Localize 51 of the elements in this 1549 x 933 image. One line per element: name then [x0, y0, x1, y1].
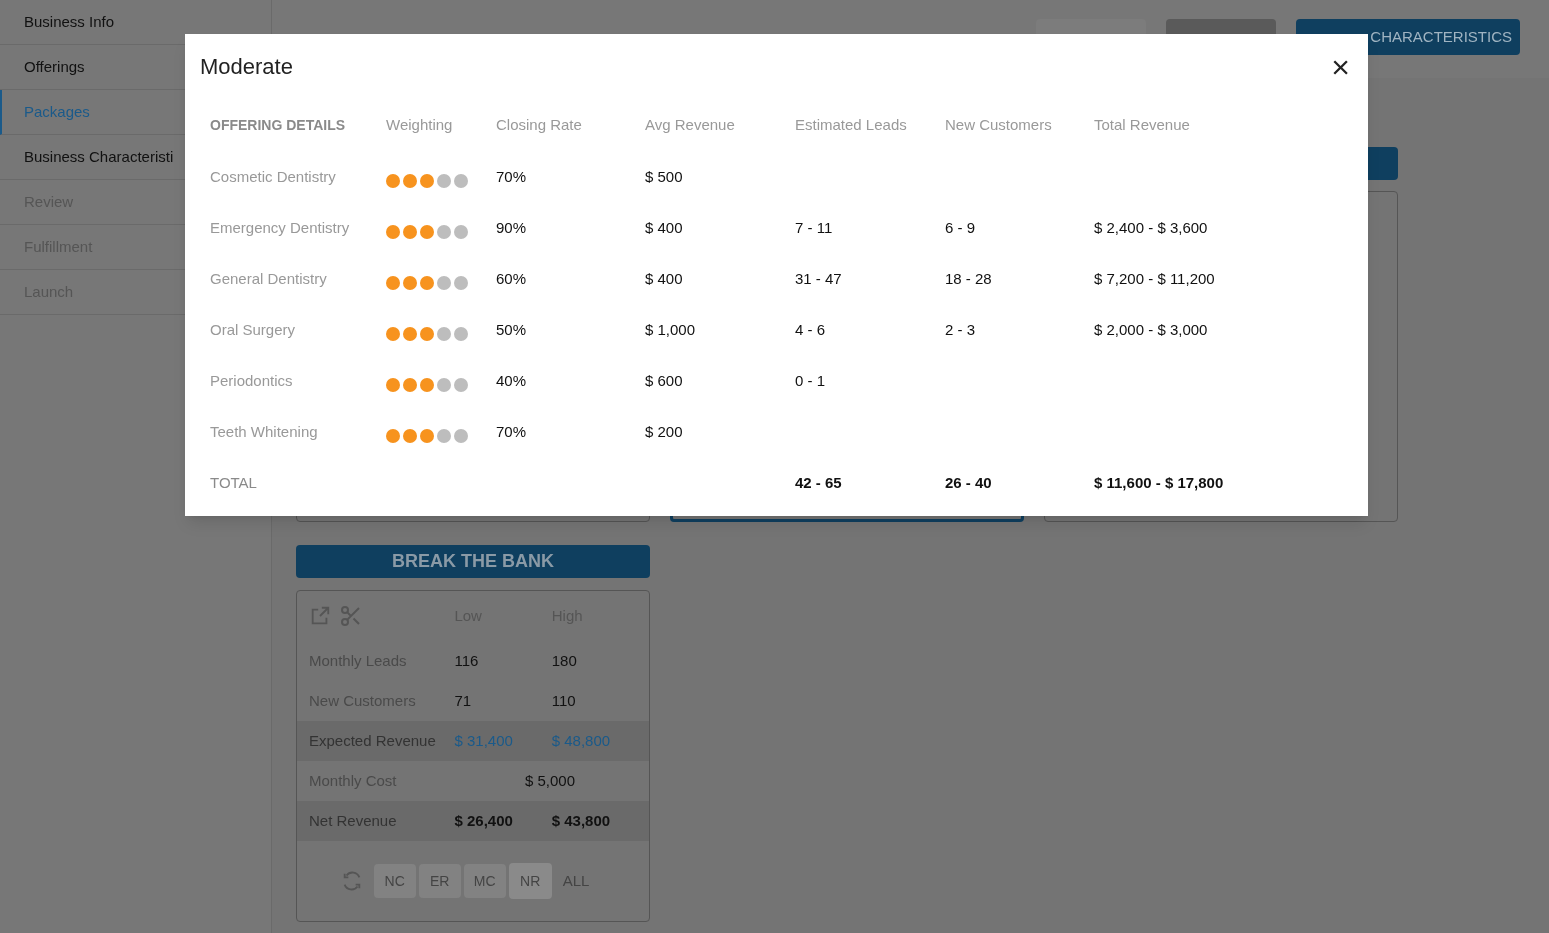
filter-button[interactable]: MC: [463, 864, 506, 898]
total-cell-text: 26 - 40: [945, 472, 993, 493]
table-cell: 0 - 1: [795, 371, 825, 389]
row-value: 110: [551, 690, 577, 711]
table-cell-text: $ 400: [645, 217, 684, 238]
table-cell-text: $ 1,000: [645, 319, 697, 340]
total-label: TOTAL: [210, 472, 258, 493]
column-header: Total Revenue: [1094, 114, 1191, 135]
table-cell-text: $ 200: [645, 421, 684, 442]
row-value: $ 48,800: [551, 730, 612, 751]
row-value: $ 31,400: [454, 730, 514, 751]
offering-name: Teeth Whitening: [210, 421, 319, 442]
scissors-icon[interactable]: [339, 604, 363, 628]
table-cell: $ 2,000 - $ 3,000: [1094, 320, 1208, 338]
table-cell-text: $ 600: [645, 370, 684, 391]
offering-name: Oral Surgery: [210, 319, 297, 340]
table-cell: 6 - 9: [945, 218, 975, 236]
table-cell-text: $ 400: [645, 268, 684, 289]
external-link-icon[interactable]: [309, 605, 331, 627]
column-header: Avg Revenue: [645, 114, 736, 135]
table-cell-text: 90%: [496, 217, 528, 238]
filter-button[interactable]: NR: [508, 863, 552, 899]
row-value: 180: [551, 650, 578, 671]
table-cell: 4 - 6: [795, 320, 825, 338]
row-value: 116: [454, 650, 480, 671]
column-header: Estimated Leads: [795, 114, 908, 135]
filter-button[interactable]: ER: [418, 864, 461, 898]
total-cell-text: $ 11,600 - $ 17,800: [1094, 472, 1225, 493]
row-value: $ 43,800: [551, 810, 612, 831]
table-cell: 31 - 47: [795, 269, 842, 287]
table-cell: $ 7,200 - $ 11,200: [1094, 269, 1215, 287]
row-value: $ 5,000: [524, 770, 576, 791]
offering-name: Periodontics: [210, 370, 294, 391]
table-cell: $ 2,400 - $ 3,600: [1094, 218, 1208, 236]
row-value: 71: [454, 690, 473, 711]
table-cell-text: $ 500: [645, 166, 684, 187]
table-cell-text: 50%: [496, 319, 528, 340]
row-value: $ 26,400: [454, 810, 514, 831]
filter-button[interactable]: NC: [373, 864, 416, 898]
table-cell-text: 70%: [496, 421, 528, 442]
package-title-button[interactable]: BREAK THE BANK: [296, 545, 650, 578]
column-header: New Customers: [945, 114, 1053, 135]
total-cell-text: 42 - 65: [795, 472, 843, 493]
table-cell: 18 - 28: [945, 269, 992, 287]
column-header: Weighting: [386, 114, 454, 135]
table-cell-text: 40%: [496, 370, 528, 391]
table-cell-text: 70%: [496, 166, 528, 187]
table-cell-text: 60%: [496, 268, 528, 289]
table-cell: 2 - 3: [945, 320, 975, 338]
table-cell: 7 - 11: [795, 218, 833, 236]
column-header: Closing Rate: [496, 114, 583, 135]
